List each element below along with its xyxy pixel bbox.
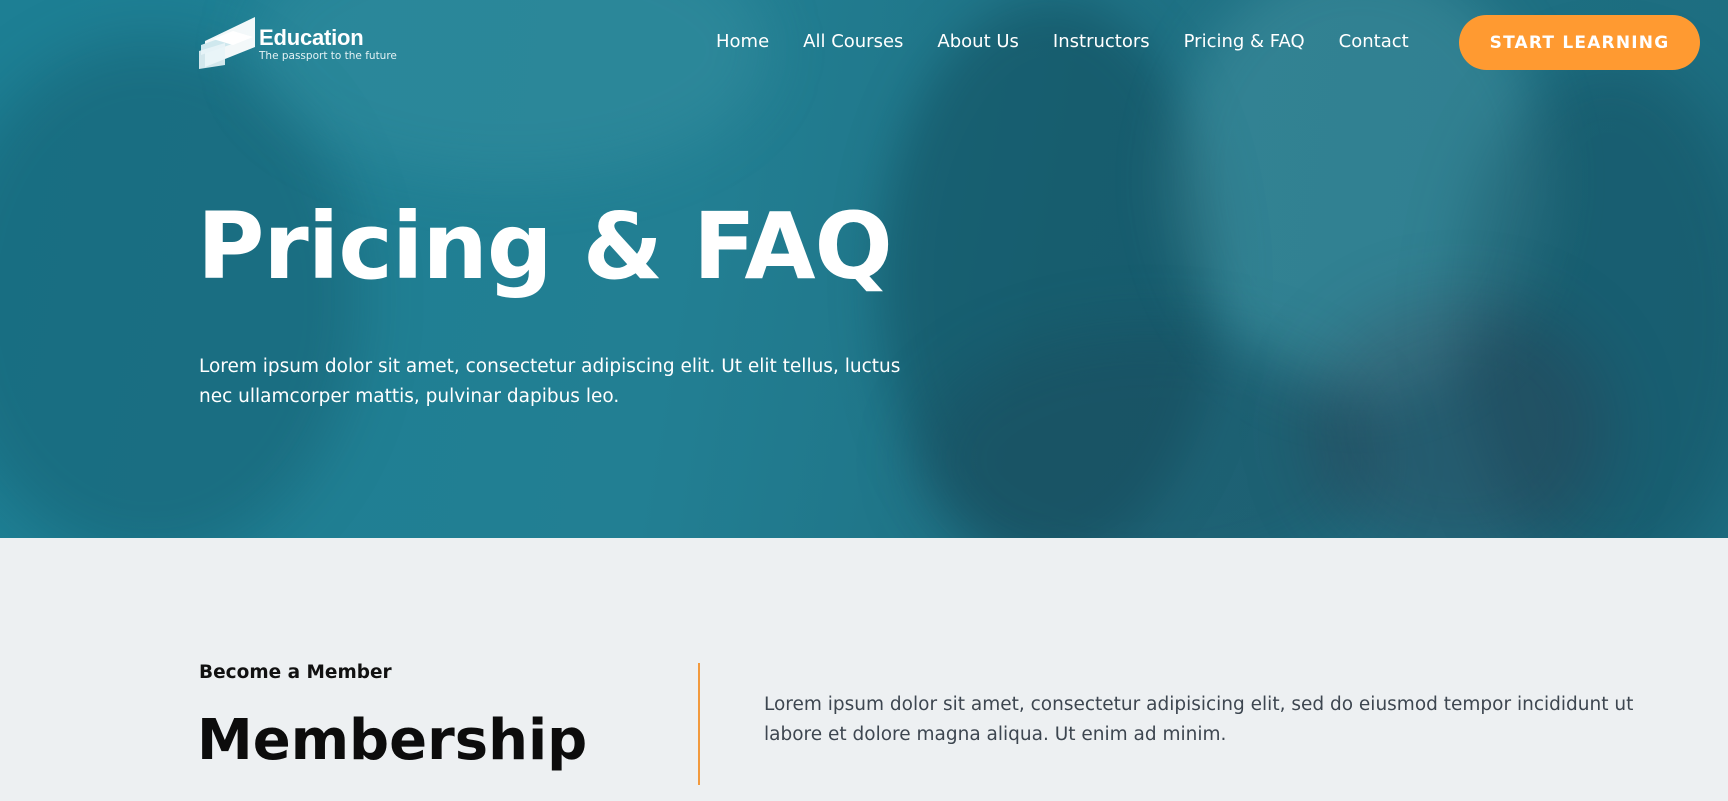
brand-tagline: The passport to the future <box>259 50 397 62</box>
nav-item-instructors[interactable]: Instructors <box>1053 31 1150 52</box>
nav-item-about-us[interactable]: About Us <box>937 31 1019 52</box>
section-eyebrow: Become a Member <box>199 662 392 683</box>
nav-item-contact[interactable]: Contact <box>1339 31 1409 52</box>
membership-section: Become a Member Membership Lorem ipsum d… <box>0 538 1728 801</box>
vertical-divider <box>698 663 700 785</box>
main-nav: Home All Courses About Us Instructors Pr… <box>716 31 1409 52</box>
section-title: Membership <box>197 708 588 773</box>
hero-description: Lorem ipsum dolor sit amet, consectetur … <box>199 356 901 407</box>
graduation-book-icon <box>199 17 255 69</box>
brand-logo[interactable]: Education The passport to the future <box>199 17 399 69</box>
hero-section: Education The passport to the future Hom… <box>0 0 1728 538</box>
section-description: Lorem ipsum dolor sit amet, consectetur … <box>764 694 1634 745</box>
nav-item-home[interactable]: Home <box>716 31 769 52</box>
nav-item-pricing-faq[interactable]: Pricing & FAQ <box>1184 31 1305 52</box>
brand-name: Education <box>259 25 364 50</box>
nav-item-all-courses[interactable]: All Courses <box>803 31 903 52</box>
page-title: Pricing & FAQ <box>197 193 893 300</box>
start-learning-button[interactable]: START LEARNING <box>1459 15 1700 70</box>
